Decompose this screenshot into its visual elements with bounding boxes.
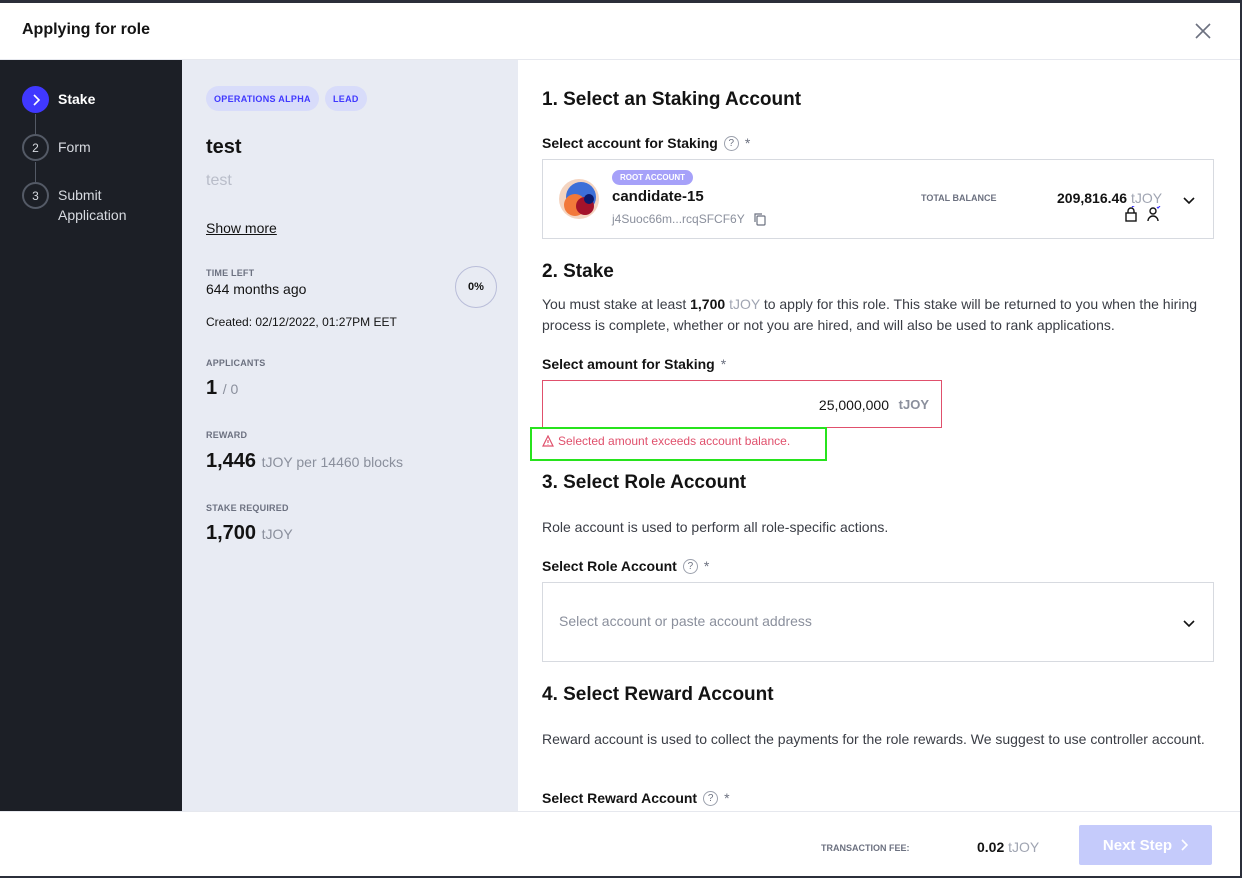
modal-title: Applying for role — [22, 21, 150, 38]
step-stake: Stake — [22, 86, 95, 113]
step-sidebar: Stake 2 Form 3 Submit Application — [0, 60, 182, 814]
role-account-label: Select Role Account ? * — [542, 558, 709, 574]
required-marker: * — [720, 356, 727, 372]
role-account-description: Role account is used to perform all role… — [542, 519, 889, 535]
transaction-fee-label: TRANSACTION FEE: — [821, 843, 910, 853]
chevron-down-icon[interactable] — [1181, 615, 1197, 631]
applicants-count: 1 — [206, 377, 218, 399]
staking-account-label: Select account for Staking ? * — [542, 135, 750, 151]
group-badge: OPERATIONS ALPHA — [206, 86, 319, 111]
account-address: j4Suoc66m...rcqSFCF6Y — [612, 212, 767, 226]
staking-account-label-text: Select account for Staking — [542, 135, 718, 151]
applicants-label: APPLICANTS — [206, 358, 266, 368]
account-address-text: j4Suoc66m...rcqSFCF6Y — [612, 212, 745, 226]
modal-footer: TRANSACTION FEE: 0.02 tJOY Next Step — [0, 811, 1240, 876]
reward-value: 1,446 tJOY per 14460 blocks — [206, 450, 403, 473]
stake-min-unit: tJOY — [729, 296, 760, 312]
stake-text-before: You must stake at least — [542, 296, 691, 312]
transaction-fee-amount: 0.02 — [977, 839, 1005, 855]
staking-account-select[interactable]: ROOT ACCOUNT candidate-15 j4Suoc66m...rc… — [542, 159, 1214, 239]
step-label: Stake — [58, 91, 96, 107]
apply-role-modal: Applying for role Stake 2 Form 3 Submit … — [0, 3, 1240, 876]
account-lock-icons — [1123, 206, 1161, 222]
reward-amount: 1,446 — [206, 450, 257, 472]
account-name: candidate-15 — [612, 188, 704, 205]
time-left-value: 644 months ago — [206, 281, 307, 297]
step-label: Submit Application — [58, 187, 127, 223]
applicants-limit: / 0 — [222, 381, 239, 397]
close-button[interactable] — [1192, 20, 1214, 42]
role-account-section-title: 3. Select Role Account — [542, 472, 747, 493]
copy-icon[interactable] — [753, 212, 767, 226]
step-label: Form — [58, 139, 91, 155]
account-avatar — [559, 179, 599, 219]
stake-description: You must stake at least 1,700 tJOY to ap… — [542, 294, 1212, 336]
stake-error-message: Selected amount exceeds account balance. — [542, 434, 790, 448]
required-marker: * — [744, 135, 751, 151]
progress-circle: 0% — [455, 266, 497, 308]
total-balance-unit: tJOY — [1130, 190, 1163, 206]
lead-badge: LEAD — [325, 86, 367, 111]
staking-section-title: 1. Select an Staking Account — [542, 89, 802, 110]
user-icon — [1147, 206, 1161, 222]
role-description: test — [206, 172, 232, 189]
reward-account-description: Reward account is used to collect the pa… — [542, 731, 1205, 747]
show-more-link[interactable]: Show more — [206, 220, 277, 236]
stake-error-text: Selected amount exceeds account balance. — [558, 434, 791, 448]
chevron-right-icon — [22, 86, 49, 113]
chevron-right-icon — [1181, 839, 1189, 851]
stake-amount-label: Select amount for Staking * — [542, 356, 726, 372]
help-icon[interactable]: ? — [682, 558, 698, 574]
transaction-fee-value: 0.02 tJOY — [977, 839, 1039, 855]
reward-label: REWARD — [206, 430, 248, 440]
next-step-label: Next Step — [1102, 836, 1173, 854]
stake-amount-label-text: Select amount for Staking — [542, 356, 715, 372]
step-number: 3 — [22, 182, 49, 209]
role-account-label-text: Select Role Account — [542, 558, 677, 574]
reward-account-label-text: Select Reward Account — [542, 790, 698, 806]
role-account-select[interactable]: Select account or paste account address — [542, 582, 1214, 662]
root-account-badge: ROOT ACCOUNT — [612, 170, 694, 185]
apply-form: 1. Select an Staking Account Select acco… — [518, 60, 1240, 814]
warning-icon — [542, 435, 554, 447]
required-marker: * — [703, 558, 710, 574]
total-balance-label: TOTAL BALANCE — [921, 193, 997, 203]
stake-amount-unit: tJOY — [898, 397, 929, 412]
next-step-button[interactable]: Next Step — [1079, 825, 1212, 865]
chevron-down-icon[interactable] — [1181, 192, 1197, 208]
stake-min-amount: 1,700 — [690, 296, 726, 312]
transaction-fee-unit: tJOY — [1008, 839, 1040, 855]
step-form: 2 Form — [22, 134, 91, 161]
stake-amount-value: 25,000,000 — [818, 397, 889, 413]
reward-account-label: Select Reward Account ? * — [542, 790, 730, 806]
stake-required-label: STAKE REQUIRED — [206, 503, 289, 513]
stake-amount-input[interactable]: 25,000,000 tJOY — [542, 380, 942, 428]
role-title: test — [206, 136, 242, 158]
stake-amount: 1,700 — [206, 522, 257, 544]
required-marker: * — [724, 790, 730, 806]
lock-icon — [1125, 206, 1137, 222]
applicants-value: 1 / 0 — [206, 377, 238, 400]
reward-suffix: tJOY per 14460 blocks — [261, 454, 404, 470]
total-balance-value: 209,816.46 tJOY — [1057, 190, 1162, 206]
step-connector — [35, 162, 36, 182]
total-balance-amount: 209,816.46 — [1057, 190, 1128, 206]
step-number: 2 — [22, 134, 49, 161]
stake-unit: tJOY — [261, 526, 293, 542]
reward-account-section-title: 4. Select Reward Account — [542, 684, 774, 705]
step-submit: 3 Submit Application — [22, 182, 148, 225]
modal-header: Applying for role — [0, 3, 1240, 60]
stake-required-value: 1,700 tJOY — [206, 522, 293, 545]
close-icon — [1195, 23, 1211, 39]
time-left-label: TIME LEFT — [206, 268, 255, 278]
help-icon[interactable]: ? — [723, 135, 739, 151]
step-connector — [35, 114, 36, 136]
role-info-panel: OPERATIONS ALPHA LEAD test test Show mor… — [182, 60, 518, 814]
role-account-placeholder: Select account or paste account address — [559, 613, 812, 629]
created-date: Created: 02/12/2022, 01:27PM EET — [206, 315, 397, 329]
help-icon[interactable]: ? — [703, 790, 719, 806]
stake-section-title: 2. Stake — [542, 261, 614, 282]
